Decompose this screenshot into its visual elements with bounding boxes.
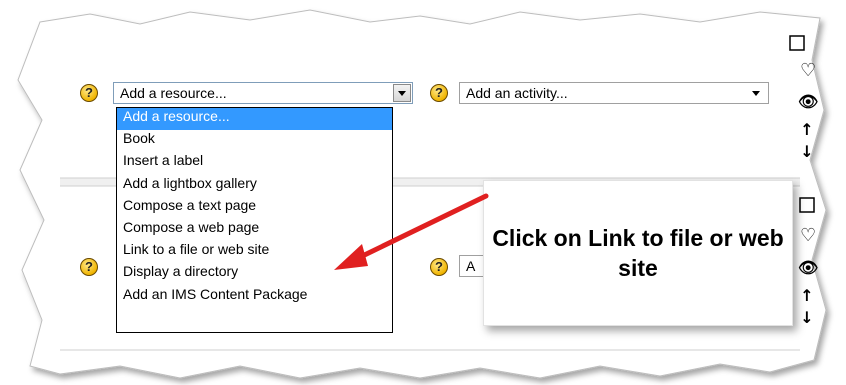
red-arrow-head <box>334 244 368 270</box>
red-arrow-shaft <box>347 193 489 265</box>
red-arrow-overlay <box>334 193 489 270</box>
